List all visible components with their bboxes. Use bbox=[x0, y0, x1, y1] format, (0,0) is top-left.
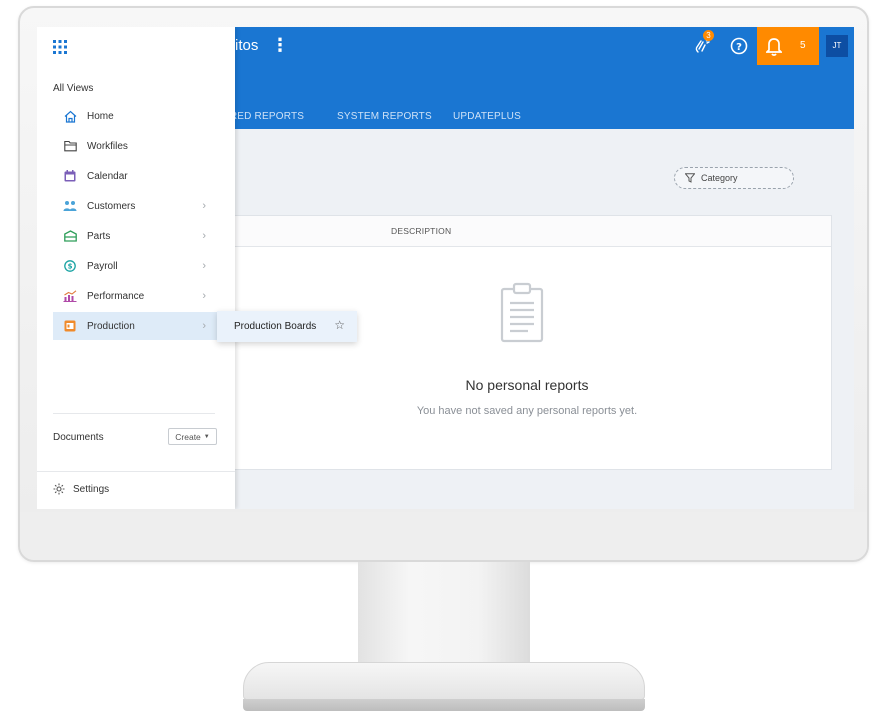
app-grid-icon[interactable] bbox=[53, 40, 67, 59]
settings-link[interactable]: Settings bbox=[53, 483, 109, 495]
chevron-right-icon: › bbox=[202, 200, 206, 212]
production-icon bbox=[63, 319, 77, 333]
bell-icon bbox=[764, 36, 784, 61]
flyout-item-production-boards[interactable]: Production Boards bbox=[234, 321, 316, 332]
sidebar-item-workfiles[interactable]: Workfiles bbox=[53, 132, 220, 160]
empty-state-title: No personal reports bbox=[465, 377, 589, 393]
sidebar-item-label: Production bbox=[87, 320, 135, 332]
chevron-right-icon: › bbox=[202, 290, 206, 302]
screen: itos ⋮ 3 ? 5 JT ARED REPORTS SYSTEM REPO… bbox=[37, 27, 854, 509]
reports-table: DESCRIPTION No personal reports You have… bbox=[222, 215, 832, 470]
empty-state-subtitle: You have not saved any personal reports … bbox=[416, 405, 638, 417]
monitor-stand-neck bbox=[358, 562, 530, 670]
drawer-divider bbox=[53, 413, 215, 414]
payroll-icon: $ bbox=[63, 259, 77, 273]
all-views-heading: All Views bbox=[53, 83, 94, 94]
production-flyout-menu: Production Boards ☆ bbox=[217, 311, 357, 342]
sidebar-item-label: Payroll bbox=[87, 260, 118, 272]
folder-icon bbox=[63, 139, 77, 153]
sidebar-item-customers[interactable]: Customers › bbox=[53, 192, 220, 220]
create-document-button[interactable]: Create ▼ bbox=[168, 428, 217, 445]
tab-shared-reports[interactable]: ARED REPORTS bbox=[223, 111, 304, 122]
category-filter[interactable]: Category bbox=[674, 167, 794, 189]
svg-text:?: ? bbox=[736, 42, 742, 53]
tab-updateplus[interactable]: UPDATEPLUS bbox=[453, 111, 521, 122]
sidebar-item-performance[interactable]: Performance › bbox=[53, 282, 220, 310]
svg-text:$: $ bbox=[68, 263, 73, 271]
star-icon[interactable]: ☆ bbox=[334, 319, 345, 331]
help-icon[interactable]: ? bbox=[729, 36, 749, 56]
sidebar-item-production[interactable]: Production › bbox=[53, 312, 220, 340]
sidebar-item-label: Performance bbox=[87, 290, 145, 302]
performance-icon bbox=[63, 289, 77, 303]
clipboard-icon bbox=[499, 282, 545, 349]
category-filter-label: Category bbox=[701, 173, 738, 183]
monitor-stand-foot bbox=[243, 699, 645, 711]
sidebar-item-label: Home bbox=[87, 110, 114, 122]
column-header-description[interactable]: DESCRIPTION bbox=[391, 226, 451, 236]
sidebar-item-label: Customers bbox=[87, 200, 136, 212]
gear-icon bbox=[53, 483, 65, 495]
sidebar-item-home[interactable]: Home bbox=[53, 102, 220, 130]
documents-label: Documents bbox=[53, 432, 104, 443]
sidebar-item-payroll[interactable]: $ Payroll › bbox=[53, 252, 220, 280]
home-icon bbox=[63, 109, 77, 123]
user-avatar[interactable]: JT bbox=[826, 35, 848, 57]
calendar-icon bbox=[63, 169, 77, 183]
chevron-right-icon: › bbox=[202, 230, 206, 242]
customers-icon bbox=[63, 199, 77, 213]
clap-badge: 3 bbox=[703, 30, 714, 41]
tab-system-reports[interactable]: SYSTEM REPORTS bbox=[337, 111, 432, 122]
chevron-right-icon: › bbox=[202, 320, 206, 332]
settings-divider bbox=[37, 471, 235, 472]
sidebar-item-parts[interactable]: Parts › bbox=[53, 222, 220, 250]
monitor-chin bbox=[20, 512, 867, 560]
more-options-icon[interactable]: ⋮ bbox=[271, 36, 289, 54]
notifications-button[interactable]: 5 bbox=[757, 27, 819, 65]
table-header: DESCRIPTION bbox=[223, 216, 831, 247]
sidebar-item-label: Calendar bbox=[87, 170, 128, 182]
caret-down-icon: ▼ bbox=[203, 433, 210, 440]
notifications-count: 5 bbox=[800, 40, 806, 51]
filter-icon bbox=[685, 173, 695, 183]
sidebar-item-label: Parts bbox=[87, 230, 111, 242]
app-title: itos bbox=[235, 37, 259, 54]
sidebar-item-calendar[interactable]: Calendar bbox=[53, 162, 220, 190]
create-button-label: Create bbox=[175, 431, 201, 442]
chevron-right-icon: › bbox=[202, 260, 206, 272]
parts-icon bbox=[63, 229, 77, 243]
settings-label: Settings bbox=[73, 483, 110, 495]
navigation-drawer: All Views Home Workfiles Calendar Custom… bbox=[37, 27, 235, 509]
monitor-stand-base bbox=[243, 662, 645, 700]
sidebar-item-label: Workfiles bbox=[87, 140, 128, 152]
